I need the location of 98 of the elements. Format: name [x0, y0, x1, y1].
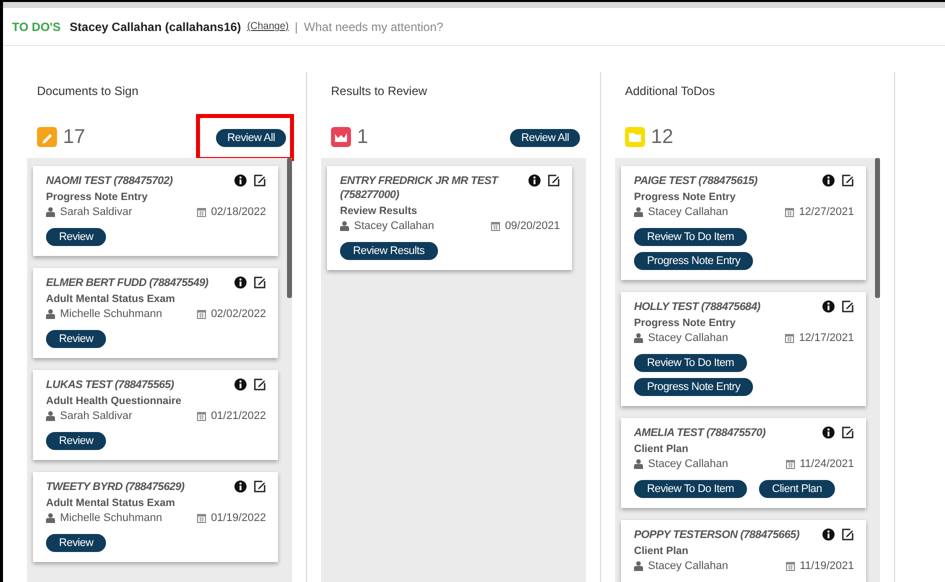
page-subtitle: What needs my attention? — [304, 20, 444, 34]
edit-icon[interactable] — [253, 276, 266, 289]
calendar-icon — [786, 561, 795, 571]
staff-name: Stacey Callahan — [354, 220, 434, 232]
column-title: Documents to Sign — [37, 84, 138, 98]
page-title: TO DO'S — [12, 20, 61, 34]
user-icon — [634, 561, 643, 571]
staff-name: Sarah Saldivar — [60, 410, 132, 422]
action-button[interactable]: Review To Do Item — [634, 480, 748, 498]
calendar-icon — [784, 333, 794, 343]
due-date: 12/27/2021 — [798, 206, 854, 218]
client-name: ENTRY FREDRICK JR MR TEST (758277000) — [340, 174, 500, 202]
due-date: 12/17/2021 — [798, 332, 854, 344]
user-icon — [340, 221, 349, 231]
user-icon — [634, 333, 643, 343]
edit-icon[interactable] — [841, 174, 854, 187]
calendar-icon — [196, 207, 206, 217]
calendar-icon — [490, 221, 500, 231]
edit-icon[interactable] — [841, 528, 854, 541]
client-name: ELMER BERT FUDD (788475549) — [46, 276, 208, 290]
column-title: Results to Review — [331, 84, 428, 98]
document-type: Progress Note Entry — [46, 191, 149, 203]
document-type: Review Results — [340, 205, 418, 217]
info-icon[interactable] — [234, 480, 247, 493]
calendar-icon — [784, 207, 794, 217]
document-type: Client Plan — [634, 545, 690, 557]
calendar-icon — [196, 309, 206, 319]
due-date: 11/24/2021 — [800, 458, 854, 470]
edit-icon[interactable] — [841, 426, 854, 439]
document-type: Adult Mental Status Exam — [46, 293, 176, 305]
document-type: Progress Note Entry — [634, 317, 737, 329]
calendar-icon — [786, 459, 795, 469]
review-all-button[interactable]: Review All — [216, 128, 286, 146]
action-button[interactable]: Review Results — [340, 242, 438, 260]
due-date: 01/21/2022 — [210, 410, 266, 422]
staff-name: Michelle Schuhmann — [60, 512, 162, 524]
client-name: NAOMI TEST (788475702) — [46, 174, 173, 188]
info-icon[interactable] — [822, 174, 835, 187]
user-icon — [634, 207, 643, 217]
user-icon — [634, 459, 643, 469]
user-icon — [46, 513, 55, 523]
action-button[interactable]: Progress Note Entry — [634, 378, 754, 396]
info-icon[interactable] — [234, 276, 247, 289]
info-icon[interactable] — [822, 300, 835, 313]
document-type: Adult Mental Status Exam — [46, 497, 176, 509]
staff-name: Stacey Callahan — [648, 560, 728, 572]
item-count: 17 — [63, 126, 86, 148]
edit-icon[interactable] — [547, 174, 560, 187]
edit-icon[interactable] — [841, 300, 854, 313]
due-date: 02/02/2022 — [210, 308, 266, 320]
action-button[interactable]: Review To Do Item — [634, 228, 748, 246]
action-button[interactable]: Review — [46, 330, 106, 348]
client-name: AMELIA TEST (788475570) — [634, 426, 766, 440]
document-type: Client Plan — [634, 443, 690, 455]
item-count: 12 — [651, 126, 674, 148]
due-date: 09/20/2021 — [504, 220, 560, 232]
client-name: PAIGE TEST (788475615) — [634, 174, 758, 188]
separator-text: | — [294, 20, 298, 34]
item-count: 1 — [357, 126, 368, 148]
action-button[interactable]: Progress Note Entry — [634, 252, 754, 270]
staff-name: Sarah Saldivar — [60, 206, 132, 218]
info-icon[interactable] — [822, 528, 835, 541]
scrollbar[interactable] — [287, 158, 292, 298]
action-button[interactable]: Review — [46, 228, 106, 246]
edit-icon[interactable] — [253, 378, 266, 391]
document-type: Adult Health Questionnaire — [46, 395, 182, 407]
scrollbar[interactable] — [875, 158, 880, 298]
change-link[interactable]: (Change) — [247, 21, 289, 32]
column-title: Additional ToDos — [625, 84, 715, 98]
due-date: 11/19/2021 — [800, 560, 854, 572]
action-button[interactable]: Review To Do Item — [634, 354, 748, 372]
client-name: LUKAS TEST (788475565) — [46, 378, 174, 392]
edit-icon[interactable] — [253, 480, 266, 493]
action-button[interactable]: Review — [46, 534, 106, 552]
client-name: POPPY TESTERSON (788475665) — [634, 528, 800, 542]
due-date: 02/18/2022 — [210, 206, 266, 218]
staff-name: Stacey Callahan — [648, 332, 728, 344]
info-icon[interactable] — [234, 174, 247, 187]
user-icon — [46, 309, 55, 319]
staff-name: Stacey Callahan — [648, 206, 728, 218]
info-icon[interactable] — [234, 378, 247, 391]
client-name: HOLLY TEST (788475684) — [634, 300, 760, 314]
edit-icon[interactable] — [253, 174, 266, 187]
user-icon — [46, 411, 55, 421]
due-date: 01/19/2022 — [210, 512, 266, 524]
calendar-icon — [196, 513, 206, 523]
action-button[interactable]: Client Plan — [759, 480, 835, 498]
action-button[interactable]: Review — [46, 432, 106, 450]
client-name: TWEETY BYRD (788475629) — [46, 480, 184, 494]
info-icon[interactable] — [822, 426, 835, 439]
staff-name: Stacey Callahan — [648, 458, 728, 470]
calendar-icon — [196, 411, 206, 421]
document-type: Progress Note Entry — [634, 191, 737, 203]
info-icon[interactable] — [528, 174, 541, 187]
user-icon — [46, 207, 55, 217]
user-name: Stacey Callahan (callahans16) — [70, 20, 242, 34]
review-all-button[interactable]: Review All — [510, 128, 580, 146]
staff-name: Michelle Schuhmann — [60, 308, 162, 320]
